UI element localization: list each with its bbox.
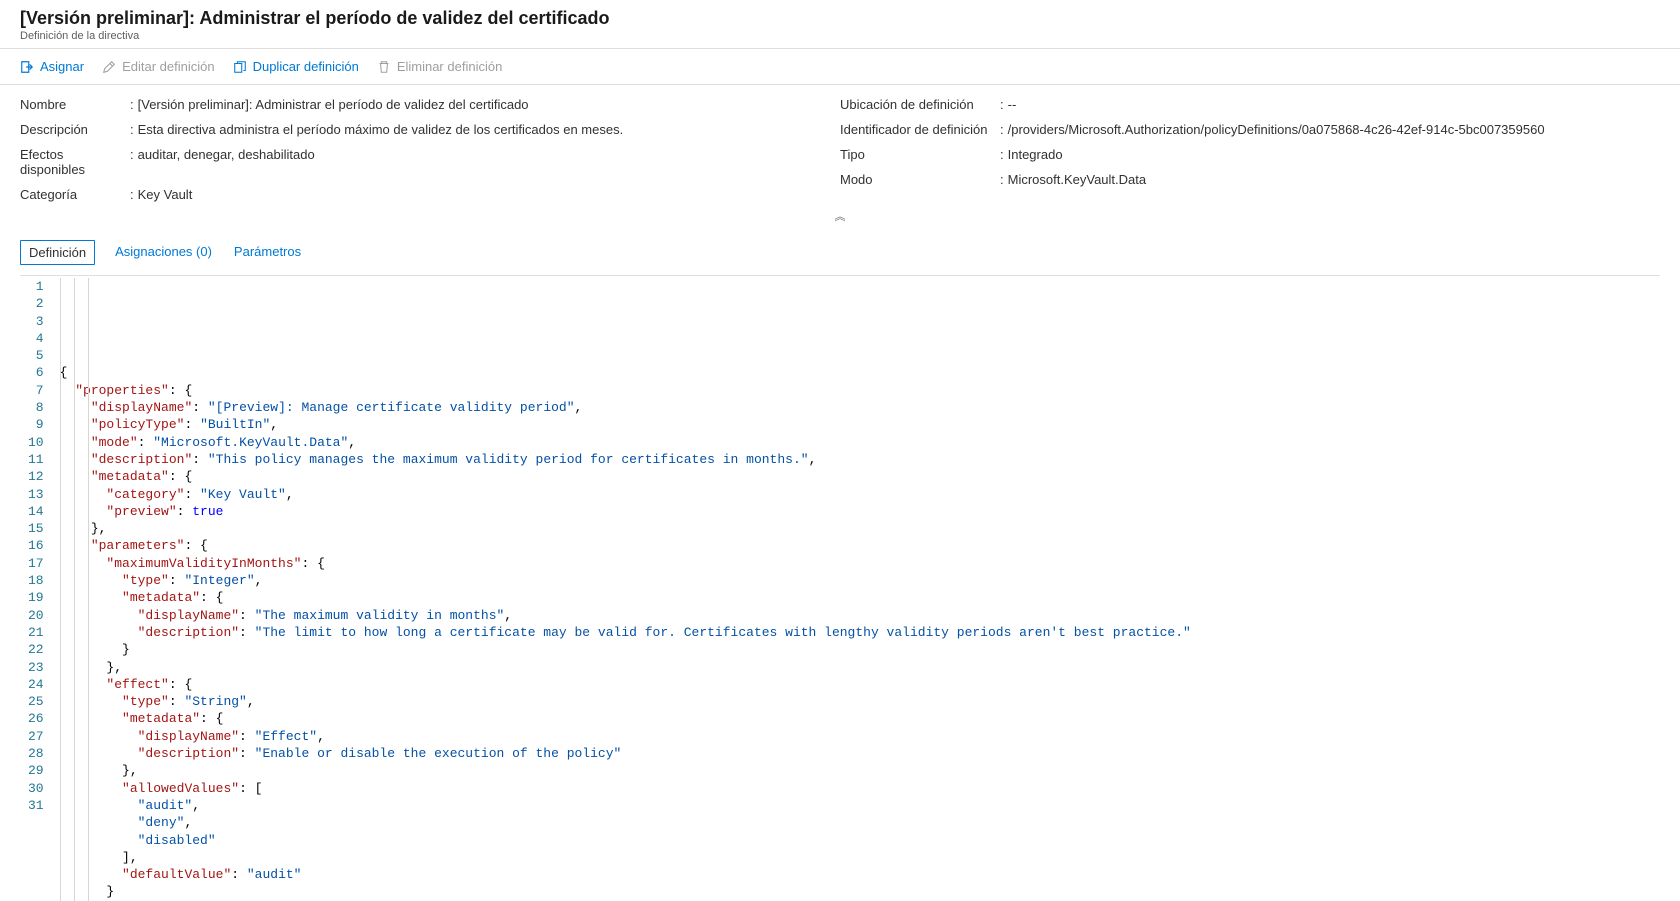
mode-value: Microsoft.KeyVault.Data xyxy=(1008,172,1146,187)
page-title: [Versión preliminar]: Administrar el per… xyxy=(20,8,1660,29)
tab-parameters[interactable]: Parámetros xyxy=(232,238,303,265)
assign-icon xyxy=(20,60,34,74)
essentials-panel: Nombre : [Versión preliminar]: Administr… xyxy=(0,85,1680,206)
duplicate-label: Duplicar definición xyxy=(253,59,359,74)
type-value: Integrado xyxy=(1008,147,1063,162)
collapse-chevron-icon[interactable]: ︽ xyxy=(0,206,1680,230)
location-value: -- xyxy=(1008,97,1017,112)
edit-label: Editar definición xyxy=(122,59,215,74)
line-number-gutter: 1234567891011121314151617181920212223242… xyxy=(20,278,60,901)
name-value: [Versión preliminar]: Administrar el per… xyxy=(138,97,529,112)
json-editor[interactable]: 1234567891011121314151617181920212223242… xyxy=(20,278,1660,901)
defid-value: /providers/Microsoft.Authorization/polic… xyxy=(1008,122,1545,137)
delete-definition-button: Eliminar definición xyxy=(377,59,503,74)
pencil-icon xyxy=(102,60,116,74)
duplicate-definition-button[interactable]: Duplicar definición xyxy=(233,59,359,74)
tab-assignments[interactable]: Asignaciones (0) xyxy=(113,238,214,265)
category-value: Key Vault xyxy=(138,187,193,202)
location-label: Ubicación de definición xyxy=(840,97,1000,112)
effects-value: auditar, denegar, deshabilitado xyxy=(138,147,315,162)
copy-icon xyxy=(233,60,247,74)
name-label: Nombre xyxy=(20,97,130,112)
description-label: Descripción xyxy=(20,122,130,137)
editor-separator xyxy=(20,275,1660,276)
assign-label: Asignar xyxy=(40,59,84,74)
trash-icon xyxy=(377,60,391,74)
mode-label: Modo xyxy=(840,172,1000,187)
code-area[interactable]: { "properties": { "displayName": "[Previ… xyxy=(60,278,1660,901)
description-value: Esta directiva administra el período máx… xyxy=(138,122,624,137)
effects-label: Efectos disponibles xyxy=(20,147,130,177)
tab-definition[interactable]: Definición xyxy=(20,240,95,265)
command-bar: Asignar Editar definición Duplicar defin… xyxy=(0,49,1680,85)
edit-definition-button: Editar definición xyxy=(102,59,215,74)
category-label: Categoría xyxy=(20,187,130,202)
assign-button[interactable]: Asignar xyxy=(20,59,84,74)
page-subtitle: Definición de la directiva xyxy=(20,30,1660,42)
tab-bar: Definición Asignaciones (0) Parámetros xyxy=(0,238,1680,265)
defid-label: Identificador de definición xyxy=(840,122,1000,137)
type-label: Tipo xyxy=(840,147,1000,162)
delete-label: Eliminar definición xyxy=(397,59,503,74)
